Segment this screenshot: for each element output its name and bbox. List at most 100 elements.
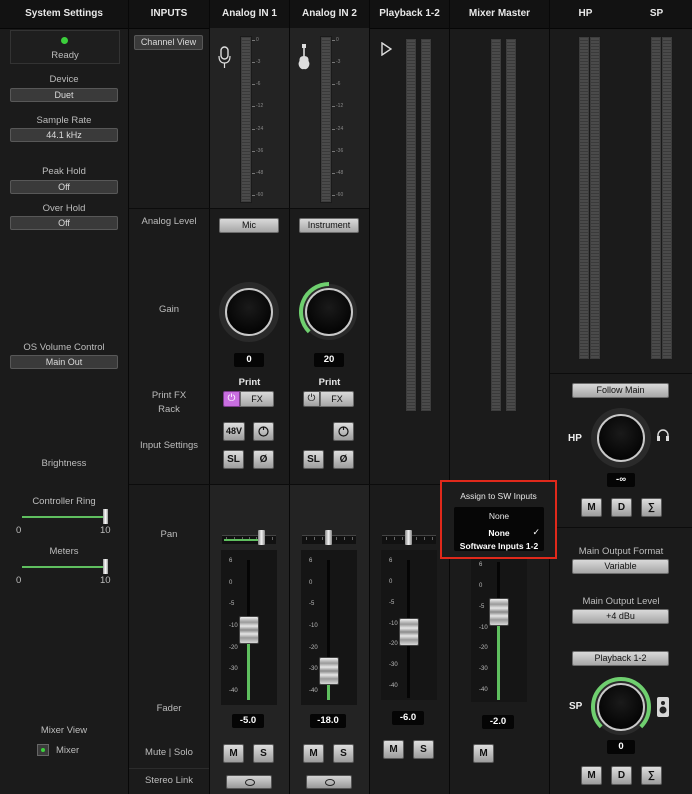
microphone-icon [216,46,234,70]
controller-ring-handle[interactable] [103,509,108,524]
main-output-format-select[interactable]: Variable [572,559,669,574]
sp-volume-value[interactable]: 0 [607,740,635,754]
sp-source-select[interactable]: Playback 1-2 [572,651,669,666]
header-hp: HP [550,0,621,29]
analog2-stereo-link-button[interactable] [306,775,352,789]
fader-tick-label: -20 [309,645,318,651]
meters-handle[interactable] [103,559,108,574]
assign-sw-option-software-inputs[interactable]: Software Inputs 1-2 [454,541,544,551]
sp-meter-right [661,36,673,360]
hp-mono-sum-button[interactable]: ∑ [641,498,662,517]
analog1-meter-scale: 0 -3 -6 -12 -24 -36 -48 -60 [252,36,270,201]
sp-mono-sum-button[interactable]: ∑ [641,766,662,785]
playback-pan-handle[interactable] [405,530,412,545]
meter-tick-label: -48 [336,170,344,176]
analog1-fx-button[interactable]: FX [240,391,274,407]
analog2-print-fx-power-icon[interactable]: ⏻ [303,391,320,407]
analog1-gain-knob[interactable] [225,288,273,336]
assign-sw-inputs-title: Assign to SW Inputs [460,491,537,501]
meters-min: 0 [16,575,22,586]
hp-dim-button[interactable]: D [611,498,632,517]
analog2-sl-button[interactable]: SL [303,450,324,469]
analog1-pan-slider[interactable] [222,535,276,544]
playback-fader-value[interactable]: -6.0 [392,711,424,725]
analog1-solo-button[interactable]: S [253,744,274,763]
analog1-pad-icon[interactable] [253,422,274,441]
analog1-stereo-link-button[interactable] [226,775,272,789]
fader-tick-label: -10 [389,621,398,627]
playback-meter-right [420,38,432,412]
analog2-gain-knob[interactable] [305,288,353,336]
divider [129,208,369,209]
hp-mute-button[interactable]: M [581,498,602,517]
meter-tick [332,84,335,85]
assign-sw-option-none[interactable]: None ✓ [454,526,544,539]
analog1-fader-value[interactable]: -5.0 [232,714,264,728]
mixer-view-option: Mixer [56,745,80,756]
main-output-level-select[interactable]: +4 dBu [572,609,669,624]
hp-volume-knob[interactable] [597,414,645,462]
assign-sw-inputs-current[interactable]: None [454,511,544,521]
device-select[interactable]: Duet [10,88,118,102]
meter-tick [332,129,335,130]
playback-fader-handle[interactable] [399,618,419,646]
fader-tick-label: 6 [229,558,233,564]
channel-view-button[interactable]: Channel View [134,35,203,50]
analog2-pan-handle[interactable] [325,530,332,545]
speaker-icon [657,697,669,717]
analog1-phase-button[interactable]: Ø [253,450,274,469]
fader-tick-label: -20 [479,645,488,651]
master-meter-right [505,38,517,412]
analog1-fader-handle[interactable] [239,616,259,644]
fader-tick-label: 0 [389,579,393,585]
divider [369,0,370,794]
analog2-mute-button[interactable]: M [303,744,324,763]
follow-main-button[interactable]: Follow Main [572,383,669,398]
input-settings-label: Input Settings [139,440,199,451]
sample-rate-select[interactable]: 44.1 kHz [10,128,118,142]
meter-tick [252,106,255,107]
fader-tick-label: -5 [229,601,235,607]
sp-volume-knob[interactable] [597,683,645,731]
over-hold-select[interactable]: Off [10,216,118,230]
analog1-gain-value[interactable]: 0 [234,353,264,367]
analog1-mute-button[interactable]: M [223,744,244,763]
os-volume-label: OS Volume Control [23,342,105,353]
playback-meter-left [405,38,417,412]
header-sp: SP [621,0,692,29]
mixer-view-checkbox[interactable] [37,744,49,756]
header-system-settings: System Settings [0,0,128,29]
controller-ring-slider[interactable] [22,516,106,518]
os-volume-select[interactable]: Main Out [10,355,118,369]
meters-slider[interactable] [22,566,106,568]
analog1-pan-handle[interactable] [258,530,265,545]
sp-dim-button[interactable]: D [611,766,632,785]
analog2-level-instrument-button[interactable]: Instrument [299,218,359,233]
sp-mute-button[interactable]: M [581,766,602,785]
fader-tick-label: -20 [389,641,398,647]
option-none-label: None [488,528,510,538]
analog2-phase-button[interactable]: Ø [333,450,354,469]
peak-hold-select[interactable]: Off [10,180,118,194]
master-fader-value[interactable]: -2.0 [482,715,514,729]
sp-knob-label: SP [569,701,583,712]
playback-mute-button[interactable]: M [383,740,404,759]
master-mute-button[interactable]: M [473,744,494,763]
playback-solo-button[interactable]: S [413,740,434,759]
hp-volume-value[interactable]: -∞ [607,473,635,487]
ready-indicator-icon [61,37,68,44]
analog2-pad-icon[interactable] [333,422,354,441]
fader-tick-label: 0 [479,583,483,589]
analog2-fader-value[interactable]: -18.0 [310,714,346,728]
analog2-gain-value[interactable]: 20 [314,353,344,367]
analog1-48v-button[interactable]: 48V [223,422,245,441]
analog1-level-mic-button[interactable]: Mic [219,218,279,233]
checkbox-dot-icon [41,748,45,752]
analog1-sl-button[interactable]: SL [223,450,244,469]
gain-label: Gain [158,304,180,315]
master-fader-handle[interactable] [489,598,509,626]
analog2-fader-handle[interactable] [319,657,339,685]
analog2-fx-button[interactable]: FX [320,391,354,407]
analog2-solo-button[interactable]: S [333,744,354,763]
analog1-print-fx-power-icon[interactable]: ⏻ [223,391,240,407]
